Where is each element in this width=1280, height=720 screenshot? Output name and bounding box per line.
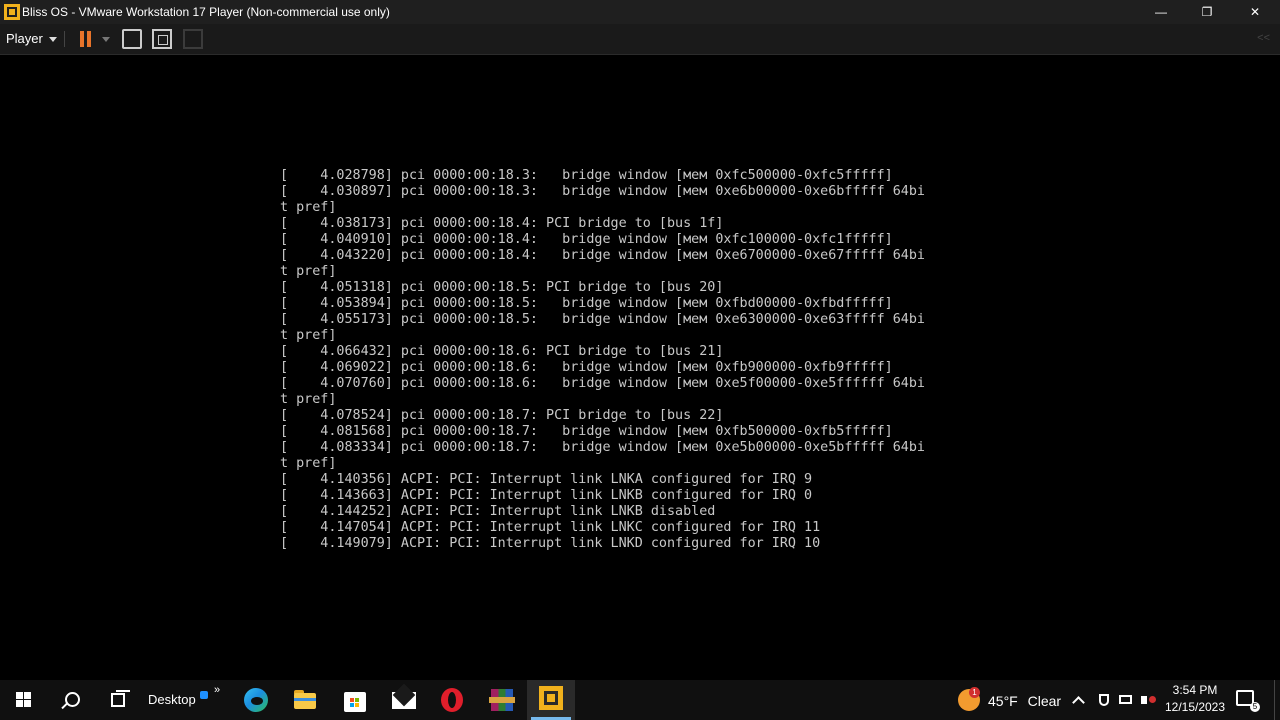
show-desktop-button[interactable]	[1274, 680, 1280, 720]
start-button[interactable]	[0, 680, 48, 720]
minimize-button[interactable]: —	[1138, 0, 1184, 24]
console-line: [ 4.070760] pci 0000:00:18.6: bridge win…	[280, 376, 925, 391]
opera-icon[interactable]	[436, 684, 468, 716]
mail-icon[interactable]	[388, 683, 420, 716]
console-line: t pref]	[280, 392, 337, 407]
edge-icon[interactable]	[240, 684, 272, 716]
clock-date: 12/15/2023	[1164, 700, 1226, 714]
console-line: [ 4.043220] pci 0000:00:18.4: bridge win…	[280, 248, 925, 263]
console-line: [ 4.053894] pci 0000:00:18.5: bridge win…	[280, 296, 893, 311]
search-icon[interactable]	[48, 680, 96, 720]
console-line: [ 4.069022] pci 0000:00:18.6: bridge win…	[280, 360, 893, 375]
weather-condition: Clear	[1027, 693, 1062, 709]
console-line: [ 4.140356] ACPI: PCI: Interrupt link LN…	[280, 472, 813, 487]
weather-alert-badge: 1	[969, 687, 980, 698]
full-screen-icon[interactable]	[152, 29, 172, 49]
console-line: [ 4.066432] pci 0000:00:18.6: PCI bridge…	[280, 344, 724, 359]
power-options-dropdown-icon[interactable]	[102, 37, 110, 42]
collapse-toolbar-icon[interactable]: <<	[1257, 32, 1270, 44]
console-line: t pref]	[280, 456, 337, 471]
console-line: [ 4.040910] pci 0000:00:18.4: bridge win…	[280, 232, 893, 247]
vmware-player-taskbar-icon[interactable]	[527, 680, 575, 720]
console-line: [ 4.055173] pci 0000:00:18.5: bridge win…	[280, 312, 925, 327]
file-explorer-icon[interactable]	[288, 684, 320, 716]
console-line: [ 4.078524] pci 0000:00:18.7: PCI bridge…	[280, 408, 724, 423]
security-shield-icon[interactable]	[1096, 692, 1112, 708]
pause-icon[interactable]	[78, 31, 92, 47]
player-menu-label: Player	[6, 31, 43, 46]
unity-icon	[183, 29, 203, 49]
winrar-icon[interactable]	[486, 684, 518, 716]
desktop-toolbar-more-button[interactable]: »	[214, 684, 220, 696]
console-line: [ 4.030897] pci 0000:00:18.3: bridge win…	[280, 184, 925, 199]
toolbar-divider	[64, 31, 65, 47]
kernel-boot-log: [ 4.028798] pci 0000:00:18.3: bridge win…	[280, 168, 925, 552]
vm-console-screen[interactable]: [ 4.028798] pci 0000:00:18.3: bridge win…	[0, 55, 1280, 680]
console-line: [ 4.038173] pci 0000:00:18.4: PCI bridge…	[280, 216, 724, 231]
chevron-down-icon	[48, 37, 57, 43]
send-ctrl-alt-del-icon[interactable]	[122, 29, 142, 49]
console-line: [ 4.028798] pci 0000:00:18.3: bridge win…	[280, 168, 893, 183]
vmware-app-icon	[4, 4, 20, 20]
console-line: t pref]	[280, 328, 337, 343]
volume-muted-icon[interactable]	[1140, 692, 1156, 708]
console-line: [ 4.083334] pci 0000:00:18.7: bridge win…	[280, 440, 925, 455]
desktop-badge-icon	[200, 691, 208, 699]
console-line: t pref]	[280, 264, 337, 279]
weather-widget[interactable]: 45°F Clear	[988, 680, 1061, 720]
notification-count-badge: 5	[1250, 702, 1260, 712]
maximize-button[interactable]: ❐	[1184, 0, 1230, 24]
player-menu-button[interactable]: Player	[0, 24, 63, 54]
close-button[interactable]: ✕	[1232, 0, 1278, 24]
desktop-toolbar-label[interactable]: Desktop	[148, 680, 196, 720]
console-line: [ 4.081568] pci 0000:00:18.7: bridge win…	[280, 424, 893, 439]
console-line: [ 4.147054] ACPI: PCI: Interrupt link LN…	[280, 520, 821, 535]
system-clock[interactable]: 3:54 PM 12/15/2023	[1164, 682, 1226, 716]
clock-time: 3:54 PM	[1172, 683, 1218, 697]
weather-temperature: 45°F	[988, 693, 1018, 709]
console-line: [ 4.143663] ACPI: PCI: Interrupt link LN…	[280, 488, 813, 503]
chevron-up-icon[interactable]	[1070, 692, 1086, 709]
player-toolbar: Player <<	[0, 24, 1280, 55]
console-line: [ 4.144252] ACPI: PCI: Interrupt link LN…	[280, 504, 716, 519]
console-line: [ 4.149079] ACPI: PCI: Interrupt link LN…	[280, 536, 821, 551]
network-icon[interactable]	[1118, 692, 1134, 708]
console-line: t pref]	[280, 200, 337, 215]
task-view-icon[interactable]	[96, 680, 144, 720]
console-line: [ 4.051318] pci 0000:00:18.5: PCI bridge…	[280, 280, 724, 295]
windows-taskbar: Desktop » 1 45°F Clear 3:54 PM 12/15/202…	[0, 680, 1280, 720]
window-title: Bliss OS - VMware Workstation 17 Player …	[22, 5, 390, 19]
microsoft-store-icon[interactable]	[338, 684, 370, 716]
title-bar: Bliss OS - VMware Workstation 17 Player …	[0, 0, 1280, 24]
